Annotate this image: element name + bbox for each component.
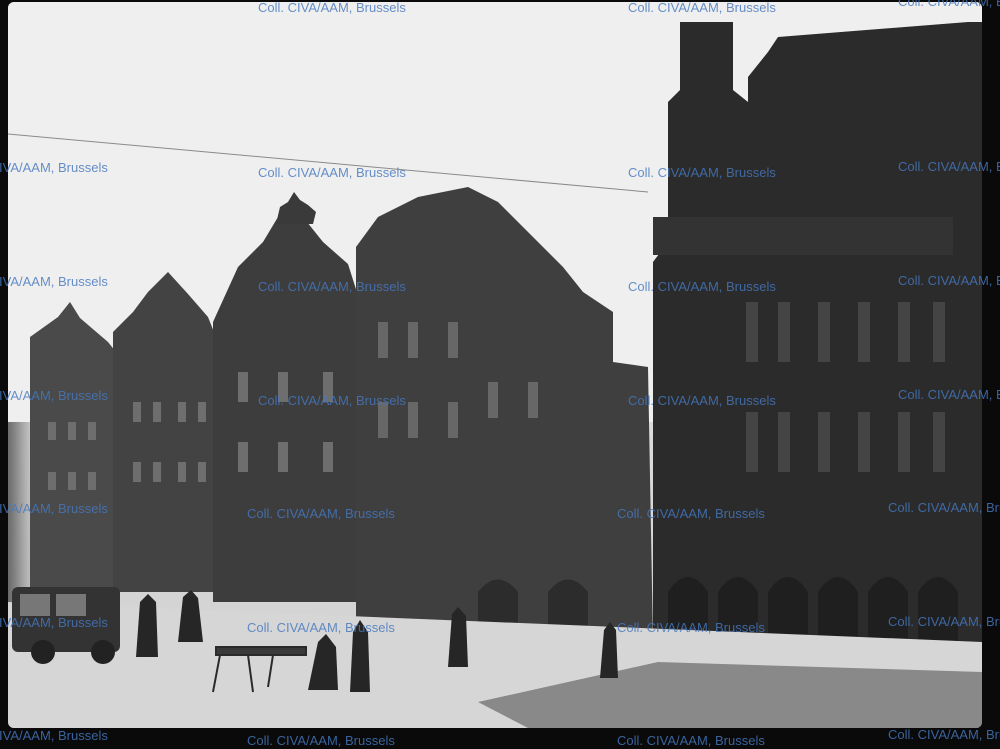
watermark: Coll. CIVA/AAM, Brussels xyxy=(247,733,395,748)
watermark: Coll. CIVA/AAM, Brussels xyxy=(888,727,1000,742)
photo-scene xyxy=(8,2,982,728)
town-hall xyxy=(653,22,982,662)
photo-frame: Coll. CIVA/AAM, Brussels Coll. CIVA/AAM,… xyxy=(0,0,1000,749)
watermark: Coll. CIVA/AAM, Brussels xyxy=(617,733,765,748)
photograph xyxy=(8,2,982,728)
watermark: Coll. CIVA/AAM, Brussels xyxy=(0,728,108,743)
